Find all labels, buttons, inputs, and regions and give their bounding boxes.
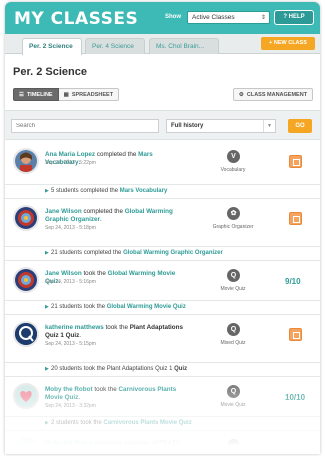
activity-type-label: Graphic Organizer [212, 224, 254, 230]
select-arrows-icon: ⇕ [260, 15, 266, 21]
timeline-button[interactable]: ☰ TIMELINE [13, 88, 59, 101]
activity-text: Moby the Robot took the Carnivorous Plan… [45, 386, 177, 401]
timeline-label: TIMELINE [26, 91, 53, 98]
mixed-quiz-icon: Q [227, 323, 240, 336]
help-button[interactable]: ? HELP [274, 10, 314, 25]
avatar [13, 205, 39, 231]
student-name-link[interactable]: Moby the Robot [45, 440, 93, 447]
activity-item: Moby the Robot submitted examples of FRA… [5, 431, 320, 454]
class-management-label: CLASS MANAGEMENT [246, 91, 308, 98]
tab-ms-chol-brain[interactable]: Ms. Chol Brain... [149, 38, 219, 54]
gear-icon: ⚙ [238, 91, 244, 98]
activity-type-icon [227, 439, 240, 452]
quiz-score: 9/10 [285, 277, 301, 286]
summary-row[interactable]: ▶ 2 students took the Carnivorous Plants… [5, 417, 320, 431]
timestamp: Sep 24, 2013 - 5:22pm [45, 160, 96, 166]
chevron-down-icon: ▼ [263, 120, 275, 132]
student-name-link[interactable]: Moby the Robot [45, 386, 93, 393]
question-icon: ? [283, 14, 287, 20]
tab-per4-science[interactable]: Per. 4 Science [85, 38, 145, 54]
expand-icon[interactable]: ▶ [45, 188, 49, 194]
student-name-link[interactable]: Ana Maria Lopez [45, 151, 95, 158]
assignment-link[interactable]: Mars Vocabulary [120, 188, 168, 194]
avatar [13, 383, 39, 409]
new-class-button[interactable]: + NEW CLASS [261, 37, 315, 50]
activity-type-label: Movie Quiz [220, 402, 246, 408]
grid-icon: ▦ [63, 91, 69, 98]
grade-icon[interactable] [289, 212, 302, 225]
view-toggle: ☰ TIMELINE ▦ SPREADSHEET [13, 88, 120, 101]
search-input[interactable] [11, 119, 159, 133]
assignment-link[interactable]: Global Warming Graphic Organizer [123, 250, 223, 256]
activity-text: katherine matthews took the Plant Adapta… [45, 324, 183, 339]
summary-row[interactable]: ▶ 20 students took the Plant Adaptations… [5, 363, 320, 377]
activity-type-label: Mixed Quiz [220, 340, 246, 346]
avatar [13, 148, 39, 174]
activity-text: Moby the Robot submitted examples of FRA… [45, 440, 180, 447]
class-tabs: Per. 2 Science Per. 4 Science Ms. Chol B… [5, 34, 320, 55]
tab-per2-science[interactable]: Per. 2 Science [22, 38, 82, 55]
timestamp: Sep 24, 2013 - 5:18pm [45, 225, 96, 231]
grade-icon[interactable] [289, 328, 302, 341]
activity-item: Ana Maria Lopez completed the Mars Vocab… [5, 142, 320, 185]
assignment-link[interactable]: Carnivorous Plants Movie Quiz [103, 420, 191, 426]
vocabulary-icon: V [227, 150, 240, 163]
class-management-button[interactable]: ⚙ CLASS MANAGEMENT [233, 88, 313, 101]
activity-feed: Ana Maria Lopez completed the Mars Vocab… [5, 142, 320, 454]
avatar [13, 267, 39, 293]
avatar [13, 437, 39, 454]
timestamp: Sep 24, 2013 - 5:16pm [45, 279, 96, 285]
student-name-link[interactable]: Jane Wilson [45, 270, 82, 277]
app-header: MY CLASSES Show Active Classes ⇕ ? HELP [5, 2, 320, 34]
assignment-link[interactable]: Global Warming Movie Quiz [107, 304, 186, 310]
class-filter-value: Active Classes [192, 14, 235, 21]
class-filter-select[interactable]: Active Classes ⇕ [187, 11, 270, 24]
summary-row[interactable]: ▶ 21 students completed the Global Warmi… [5, 247, 320, 261]
spreadsheet-button[interactable]: ▦ SPREADSHEET [58, 88, 120, 101]
app-window: MY CLASSES Show Active Classes ⇕ ? HELP … [5, 2, 320, 454]
page-title: Per. 2 Science [13, 66, 87, 78]
activity-text: Jane Wilson completed the Global Warming… [45, 208, 173, 223]
grade-icon[interactable] [289, 155, 302, 168]
student-name-link[interactable]: Jane Wilson [45, 208, 82, 215]
avatar [13, 321, 39, 347]
help-label: HELP [288, 14, 305, 20]
activity-type-label: Vocabulary [220, 167, 246, 173]
summary-row[interactable]: ▶ 21 students took the Global Warming Mo… [5, 301, 320, 315]
expand-icon[interactable]: ▶ [45, 366, 49, 372]
assignment-name: Quiz [174, 366, 188, 372]
filter-bar: Full history ▼ GO [5, 110, 320, 140]
quiz-score: 10/10 [285, 393, 306, 402]
expand-icon[interactable]: ▶ [45, 304, 49, 310]
list-icon: ☰ [19, 91, 24, 98]
summary-row[interactable]: ▶ 5 students completed the Mars Vocabula… [5, 185, 320, 199]
history-value: Full history [171, 123, 204, 129]
expand-icon[interactable]: ▶ [45, 420, 49, 426]
activity-item: Jane Wilson completed the Global Warming… [5, 199, 320, 247]
history-select[interactable]: Full history ▼ [166, 119, 276, 133]
timestamp: Sep 24, 2013 - 3:32pm [45, 403, 96, 409]
graphic-organizer-icon: ✿ [227, 207, 240, 220]
activity-type-label: Movie Quiz [220, 286, 246, 292]
go-button[interactable]: GO [288, 119, 312, 133]
show-label: Show [165, 14, 181, 20]
student-name-link[interactable]: katherine matthews [45, 324, 104, 331]
activity-item: katherine matthews took the Plant Adapta… [5, 315, 320, 363]
page-heading: MY CLASSES [14, 9, 139, 29]
expand-icon[interactable]: ▶ [45, 250, 49, 256]
movie-quiz-icon: Q [227, 385, 240, 398]
spreadsheet-label: SPREADSHEET [71, 91, 114, 98]
timestamp: Sep 24, 2013 - 5:15pm [45, 341, 96, 347]
movie-quiz-icon: Q [227, 269, 240, 282]
activity-item: Jane Wilson took the Global Warming Movi… [5, 261, 320, 301]
activity-item: Moby the Robot took the Carnivorous Plan… [5, 377, 320, 417]
